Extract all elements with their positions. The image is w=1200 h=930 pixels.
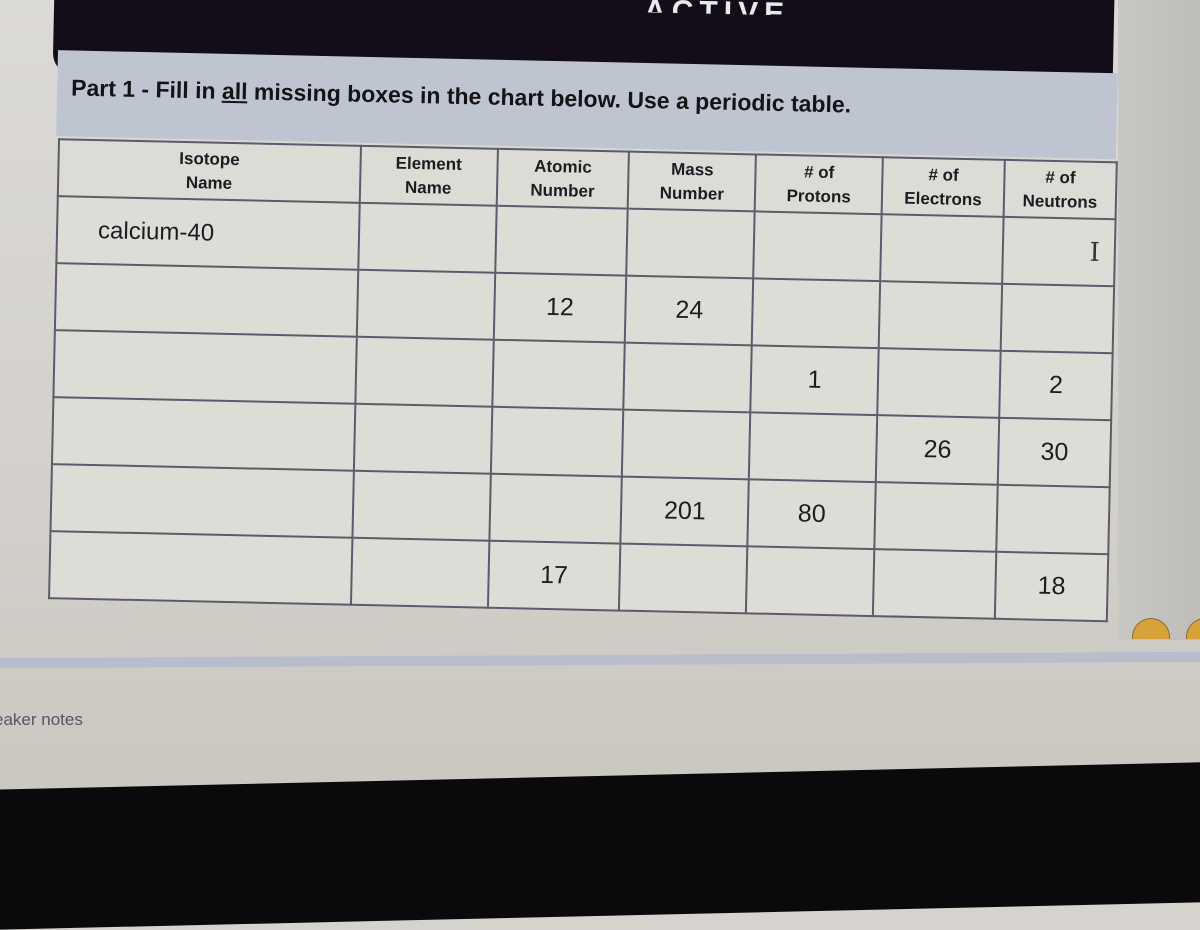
cell-isotope-name[interactable] [53,330,357,404]
cell-mass-number[interactable] [623,342,752,413]
cell-atomic-number[interactable]: 12 [493,272,627,343]
cell-protons[interactable] [751,278,881,349]
monitor-bezel [0,761,1200,930]
cell-value: 12 [545,292,575,322]
cell-electrons[interactable] [878,281,1003,351]
cell-electrons[interactable] [872,549,997,619]
cell-isotope-name[interactable] [51,397,356,471]
cell-protons[interactable] [753,211,882,282]
cell-neutrons[interactable] [1000,283,1115,354]
text-cursor-icon: I [1089,237,1101,268]
cell-mass-number[interactable] [619,543,748,614]
cell-value: 24 [675,295,704,325]
header-element-name[interactable]: Element Name [359,145,498,206]
instruction-after: missing boxes in the chart below. Use a … [247,78,852,118]
cell-element-name[interactable] [350,537,489,608]
instruction-before: Part 1 - Fill in [70,74,223,104]
cell-atomic-number[interactable] [488,473,623,544]
cell-electrons[interactable] [874,482,998,552]
cell-electrons[interactable]: 26 [875,415,1000,485]
cell-neutrons[interactable]: 2 [999,350,1113,421]
cell-value: 80 [797,499,826,529]
cell-isotope-name[interactable] [49,531,353,605]
cell-protons[interactable]: 1 [750,345,879,416]
cell-element-name[interactable] [355,336,494,407]
cell-value: 26 [923,435,952,464]
slide-title: ACTIVE [644,0,790,15]
cell-neutrons[interactable] [996,484,1110,555]
cell-mass-number[interactable] [626,208,755,279]
instruction-emphasis: all [221,77,248,105]
slide-canvas[interactable]: Part 1 - Fill in all missing boxes in th… [37,50,1120,673]
cell-atomic-number[interactable] [491,339,626,410]
header-electrons[interactable]: # of Electrons [881,157,1005,217]
cell-mass-number[interactable] [622,409,751,480]
cell-neutrons[interactable]: I [1002,216,1116,287]
isotope-table[interactable]: Isotope Name Element Name Atomic Number Mas… [48,138,1118,623]
instruction-text[interactable]: Part 1 - Fill in all missing boxes in th… [71,74,851,118]
header-isotope-name[interactable]: Isotope Name [57,139,361,203]
header-atomic-number[interactable]: Atomic Number [496,148,630,209]
cell-protons[interactable]: 80 [747,479,876,550]
cell-atomic-number[interactable] [494,205,629,276]
cell-element-name[interactable] [353,403,492,474]
cell-element-name[interactable] [357,202,497,273]
cell-value: 18 [1037,571,1066,601]
cell-element-name[interactable] [356,269,495,340]
window-edge [1118,0,1200,640]
cell-element-name[interactable] [352,470,491,541]
cell-mass-number[interactable]: 24 [625,275,754,346]
speaker-notes-placeholder[interactable]: eaker notes [0,710,83,730]
header-protons[interactable]: # of Protons [754,154,883,215]
cell-atomic-number[interactable] [490,406,624,477]
cell-isotope-name[interactable] [50,464,354,538]
cell-neutrons[interactable]: 30 [997,417,1112,488]
cell-value: 17 [539,560,569,590]
cell-value: 30 [1040,437,1069,467]
cell-isotope-name[interactable]: calcium-40 [56,196,360,270]
cell-value: 201 [663,496,707,526]
cell-isotope-name[interactable] [54,263,358,337]
header-neutrons[interactable]: # of Neutrons [1003,159,1117,220]
cell-protons[interactable] [746,546,875,617]
cell-atomic-number[interactable]: 17 [487,540,621,611]
cell-neutrons[interactable]: 18 [994,551,1109,622]
cell-value: 1 [807,365,822,394]
cell-value: calcium-40 [97,216,215,247]
cell-electrons[interactable] [877,348,1001,418]
cell-value: 2 [1048,370,1064,400]
cell-electrons[interactable] [880,214,1004,284]
cell-protons[interactable] [749,412,878,483]
header-mass-number[interactable]: Mass Number [628,151,757,212]
cell-mass-number[interactable]: 201 [620,476,750,547]
